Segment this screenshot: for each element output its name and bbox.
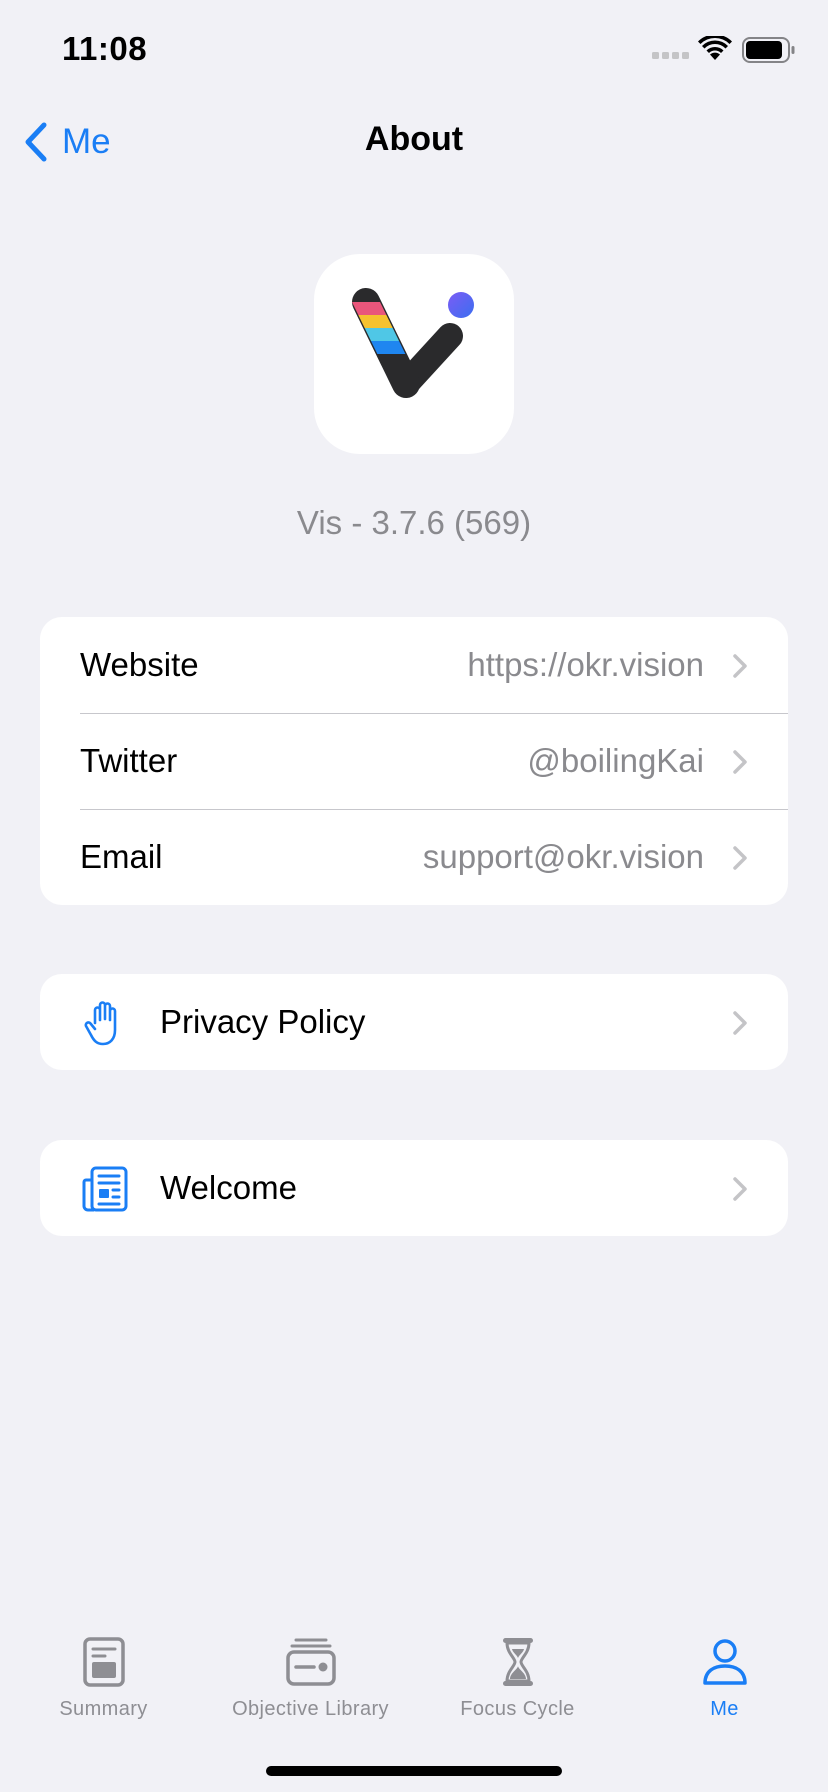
newspaper-icon (82, 1166, 128, 1212)
row-label: Website (80, 646, 199, 683)
chevron-right-icon (733, 1177, 747, 1201)
tab-label: Summary (59, 1698, 148, 1720)
row-label: Email (80, 838, 163, 875)
person-icon (702, 1639, 747, 1685)
email-row[interactable]: Email support@okr.vision (40, 809, 788, 905)
tab-label: Objective Library (232, 1698, 389, 1720)
battery-icon (742, 37, 795, 63)
library-icon (285, 1638, 336, 1686)
tab-label: Me (710, 1698, 739, 1720)
row-value: @boilingKai (527, 742, 704, 779)
chevron-right-icon (733, 654, 747, 678)
privacy-policy-row[interactable]: Privacy Policy (40, 974, 788, 1070)
row-label: Twitter (80, 742, 178, 779)
page-title: About (364, 120, 464, 158)
app-icon (314, 254, 514, 454)
tab-focus-cycle[interactable]: Focus Cycle (414, 1634, 621, 1744)
summary-icon (82, 1637, 125, 1687)
links-group: Website https://okr.vision Twitter @boil… (40, 617, 788, 905)
chevron-right-icon (733, 1011, 747, 1035)
status-bar: 11:08 (0, 0, 828, 100)
row-value: https://okr.vision (467, 646, 704, 683)
wifi-icon (698, 36, 732, 60)
website-row[interactable]: Website https://okr.vision (40, 617, 788, 713)
vis-logo-icon (352, 288, 474, 398)
chevron-right-icon (733, 750, 747, 774)
row-label: Welcome (160, 1169, 297, 1206)
home-indicator[interactable] (266, 1766, 562, 1776)
app-version: Vis - 3.7.6 (569) (296, 504, 532, 541)
welcome-row[interactable]: Welcome (40, 1140, 788, 1236)
tab-label: Focus Cycle (460, 1698, 575, 1720)
welcome-group: Welcome (40, 1140, 788, 1236)
chevron-right-icon (733, 846, 747, 870)
cellular-signal-icon (652, 52, 689, 59)
tab-summary[interactable]: Summary (0, 1634, 207, 1744)
privacy-group: Privacy Policy (40, 974, 788, 1070)
status-time: 11:08 (62, 30, 148, 67)
hand-raised-icon (84, 1001, 117, 1046)
tab-me[interactable]: Me (621, 1634, 828, 1744)
hourglass-icon (502, 1638, 533, 1686)
tab-objective-library[interactable]: Objective Library (207, 1634, 414, 1744)
navigation-bar: Me About (0, 100, 828, 180)
twitter-row[interactable]: Twitter @boilingKai (40, 713, 788, 809)
row-value: support@okr.vision (422, 838, 704, 875)
row-label: Privacy Policy (160, 1003, 366, 1040)
